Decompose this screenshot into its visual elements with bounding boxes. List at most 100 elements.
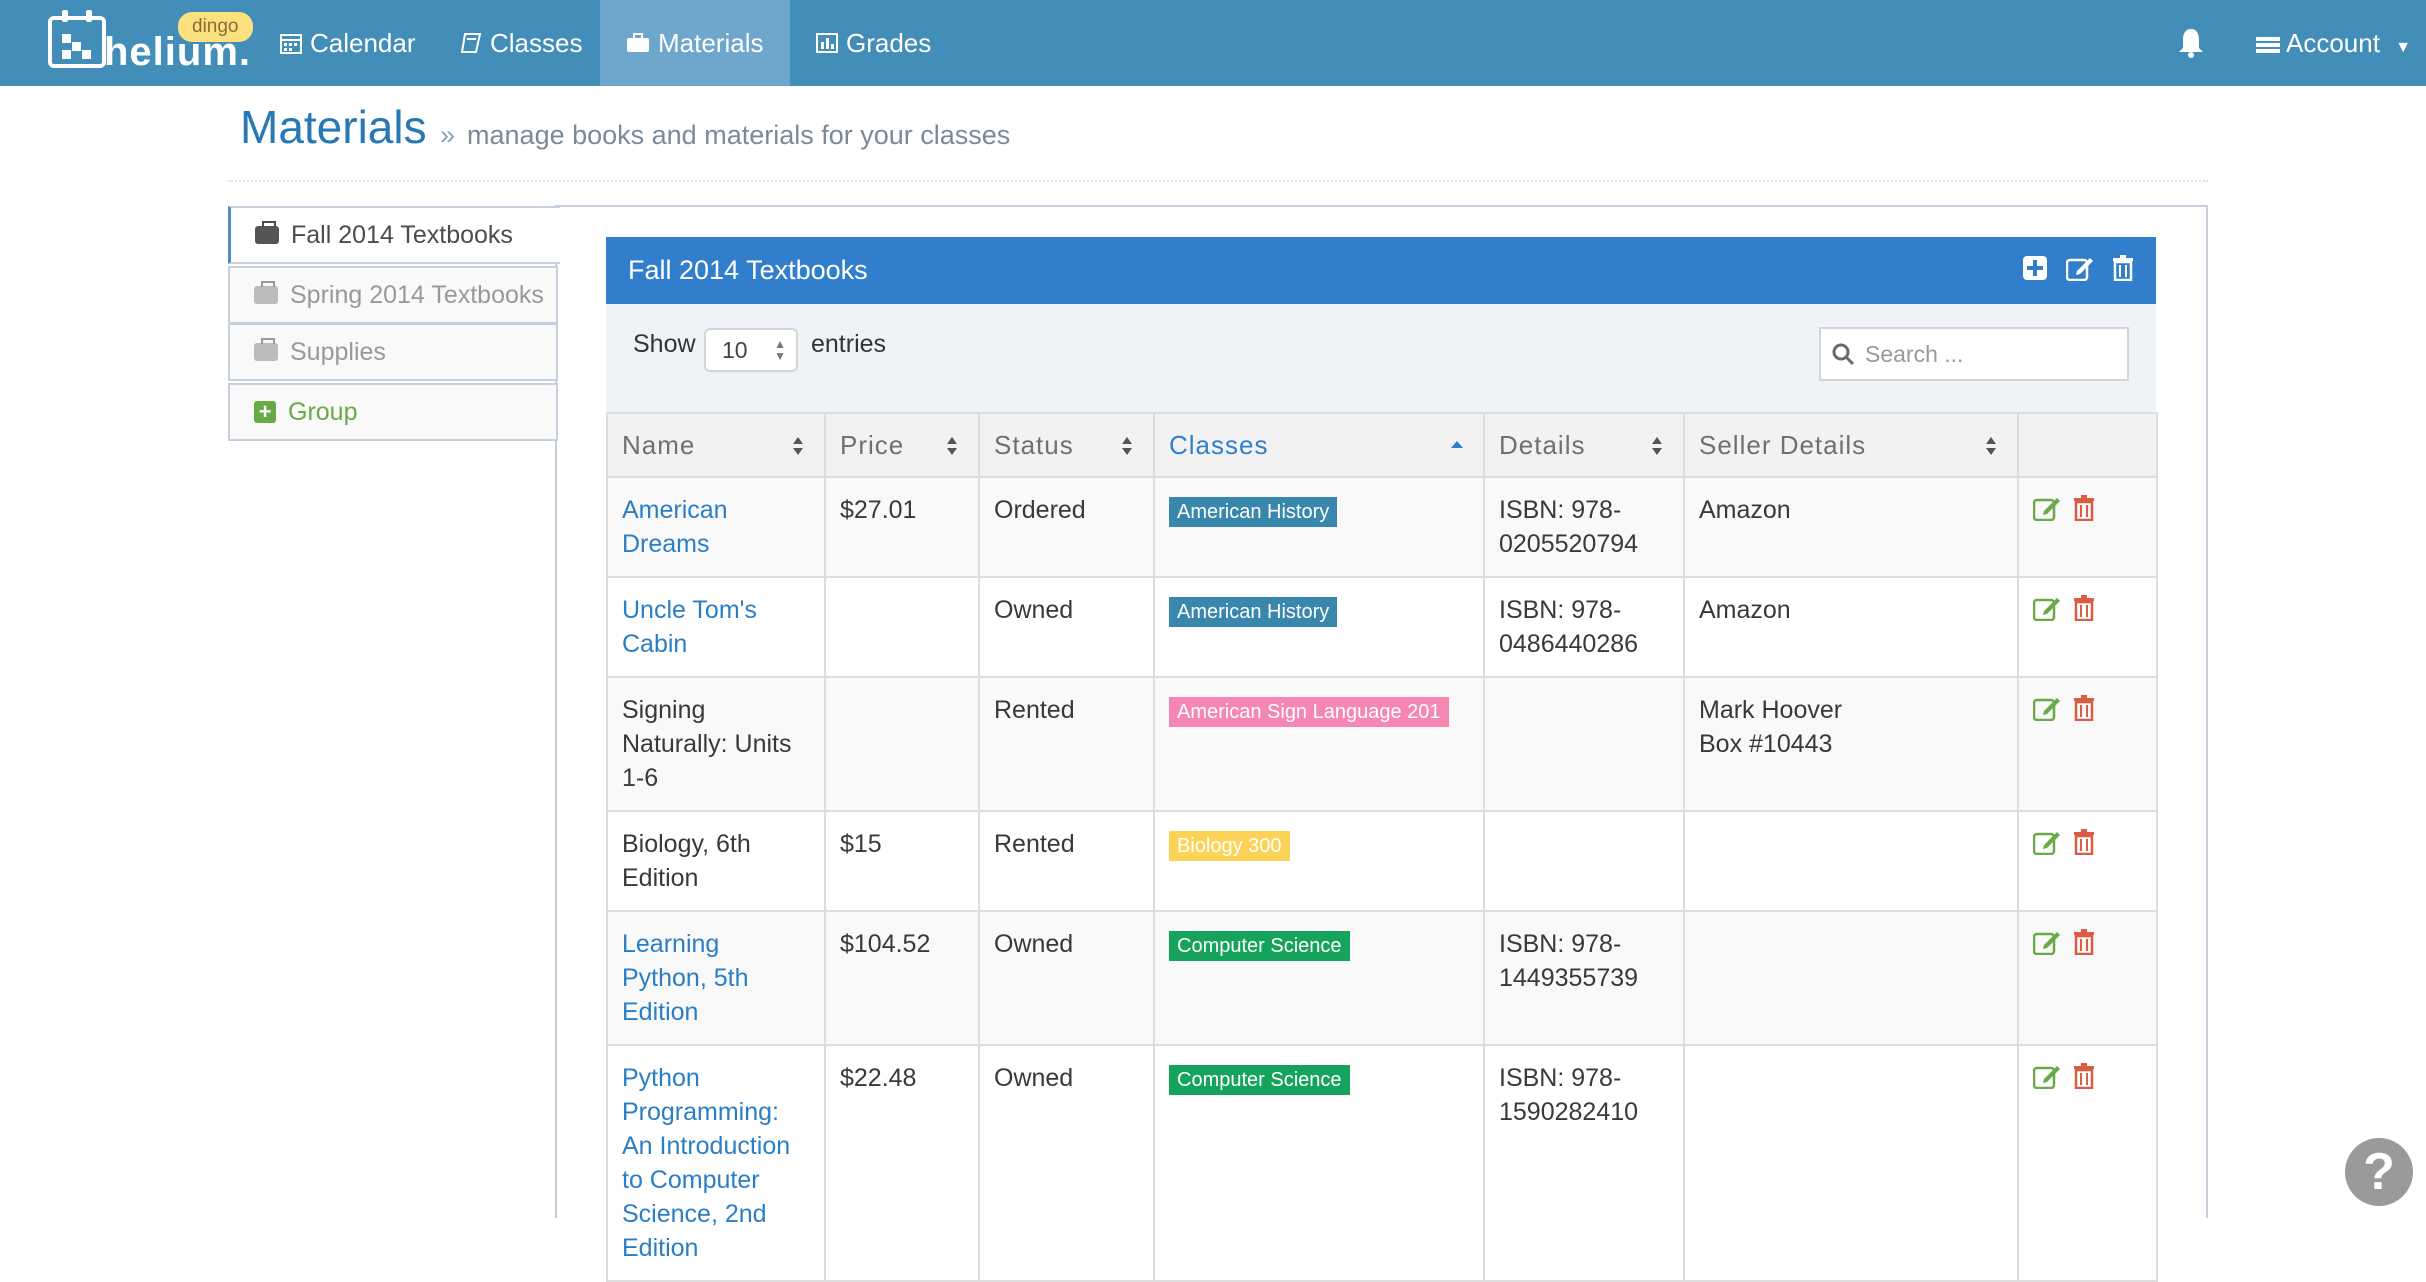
tab-spring-2014-textbooks[interactable]: Spring 2014 Textbooks (228, 266, 558, 324)
helium-logo[interactable]: helium. dingo (48, 10, 253, 74)
page-title: Materials (240, 101, 427, 153)
cell-details (1483, 810, 1685, 912)
class-label: Biology 300 (1169, 831, 1290, 861)
column-header-name[interactable]: Name (606, 412, 826, 478)
entries-label: entries (811, 330, 887, 358)
delete-icon[interactable] (2073, 695, 2099, 723)
page-subtitle-text: manage books and materials for your clas… (467, 120, 1011, 150)
briefcase-icon (627, 33, 649, 52)
cell-price: $27.01 (824, 476, 980, 578)
help-icon[interactable]: ? (2345, 1138, 2413, 1206)
column-header-classes[interactable]: Classes (1153, 412, 1485, 478)
widget-title: Fall 2014 Textbooks (628, 255, 868, 285)
cell-status: Owned (978, 576, 1155, 678)
account-menu[interactable]: Account ▼ (2256, 0, 2411, 86)
cell-price (824, 576, 980, 678)
class-label: American History (1169, 597, 1338, 627)
cell-actions (2017, 1044, 2158, 1282)
nav-materials-label: Materials (658, 28, 764, 58)
briefcase-icon (254, 281, 278, 304)
cell-seller-details (1683, 910, 2019, 1046)
delete-group-icon[interactable] (2112, 255, 2134, 281)
cell-name: American Dreams (606, 476, 826, 578)
cell-actions (2017, 476, 2158, 578)
tab-fall-2014-textbooks[interactable]: Fall 2014 Textbooks (228, 206, 560, 264)
cell-details: ISBN: 978-0205520794 (1483, 476, 1685, 578)
cell-seller-details (1683, 810, 2019, 912)
material-name[interactable]: Python Programming: An Introduction to C… (622, 1064, 790, 1262)
search-placeholder: Search ... (1865, 340, 1964, 367)
material-name[interactable]: Learning Python, 5th Edition (622, 930, 748, 1026)
cell-status: Rented (978, 676, 1155, 812)
calendar-logo-icon (48, 10, 106, 68)
nav-grades[interactable]: Grades (790, 0, 957, 86)
edit-icon[interactable] (2032, 595, 2060, 623)
tab-label: Supplies (290, 337, 386, 366)
tab-label: Fall 2014 Textbooks (291, 220, 513, 249)
nav-materials[interactable]: Materials (600, 0, 790, 86)
delete-icon[interactable] (2073, 595, 2099, 623)
delete-icon[interactable] (2073, 1063, 2099, 1091)
cell-status: Rented (978, 810, 1155, 912)
material-name[interactable]: American Dreams (622, 496, 728, 558)
edit-group-icon[interactable] (2066, 255, 2094, 281)
material-name: Signing Naturally: Units 1-6 (622, 696, 792, 792)
cell-classes: Computer Science (1153, 910, 1485, 1046)
sort-ascending-icon (1451, 441, 1463, 448)
edit-icon[interactable] (2032, 1063, 2060, 1091)
class-label: American History (1169, 497, 1338, 527)
material-name[interactable]: Uncle Tom's Cabin (622, 596, 757, 658)
table-row: Uncle Tom's Cabin Owned American History IS… (606, 576, 2158, 678)
column-header-details[interactable]: Details (1483, 412, 1685, 478)
nav-calendar[interactable]: Calendar (254, 0, 442, 86)
nav-classes[interactable]: Classes (434, 0, 608, 86)
cell-seller-details: Amazon (1683, 476, 2019, 578)
page-subtitle: » manage books and materials for your cla… (440, 120, 1010, 151)
sort-both-icon (1652, 437, 1662, 455)
cell-classes: Biology 300 (1153, 810, 1485, 912)
nav-calendar-label: Calendar (310, 28, 416, 58)
briefcase-icon (254, 338, 278, 361)
edit-icon[interactable] (2032, 695, 2060, 723)
add-material-icon[interactable] (2022, 255, 2048, 281)
tab-label: Spring 2014 Textbooks (290, 280, 544, 309)
title-divider (228, 180, 2208, 182)
column-header-seller-details[interactable]: Seller Details (1683, 412, 2019, 478)
table-row: Learning Python, 5th Edition $104.52 Owned… (606, 910, 2158, 1046)
edit-icon[interactable] (2032, 829, 2060, 857)
cell-name: Learning Python, 5th Edition (606, 910, 826, 1046)
delete-icon[interactable] (2073, 495, 2099, 523)
cell-seller-details: Mark Hoover Box #10443 (1683, 676, 2019, 812)
delete-icon[interactable] (2073, 929, 2099, 957)
account-list-icon (2256, 37, 2280, 54)
bar-chart-icon (816, 33, 838, 53)
column-header-actions (2017, 412, 2158, 478)
cell-details: ISBN: 978-1449355739 (1483, 910, 1685, 1046)
add-group-button[interactable]: + Group (228, 383, 558, 441)
page-length-value: 10 (722, 337, 748, 363)
edit-icon[interactable] (2032, 495, 2060, 523)
cell-actions (2017, 676, 2158, 812)
cell-classes: American Sign Language 201 (1153, 676, 1485, 812)
bell-icon[interactable] (2176, 26, 2206, 60)
table-header-row: Name Price Status Classes Details Seller… (606, 412, 2158, 478)
column-header-price[interactable]: Price (824, 412, 980, 478)
cell-price: $15 (824, 810, 980, 912)
search-icon (1832, 343, 1855, 366)
column-header-status[interactable]: Status (978, 412, 1155, 478)
plus-square-icon: + (254, 401, 276, 423)
edit-icon[interactable] (2032, 929, 2060, 957)
table-row: Signing Naturally: Units 1-6 Rented Americ… (606, 676, 2158, 812)
page-length-select[interactable]: 10 ▲ ▼ (704, 328, 798, 372)
search-input[interactable]: Search ... (1819, 327, 2129, 381)
briefcase-icon (255, 221, 279, 244)
delete-icon[interactable] (2073, 829, 2099, 857)
calendar-icon (280, 34, 302, 54)
table-row: Biology, 6th Edition $15 Rented Biology 300 (606, 810, 2158, 912)
cell-price: $22.48 (824, 1044, 980, 1282)
cell-seller-details: Amazon (1683, 576, 2019, 678)
cell-classes: Computer Science (1153, 1044, 1485, 1282)
sort-both-icon (947, 437, 957, 455)
tab-supplies[interactable]: Supplies (228, 323, 558, 381)
cell-status: Owned (978, 910, 1155, 1046)
